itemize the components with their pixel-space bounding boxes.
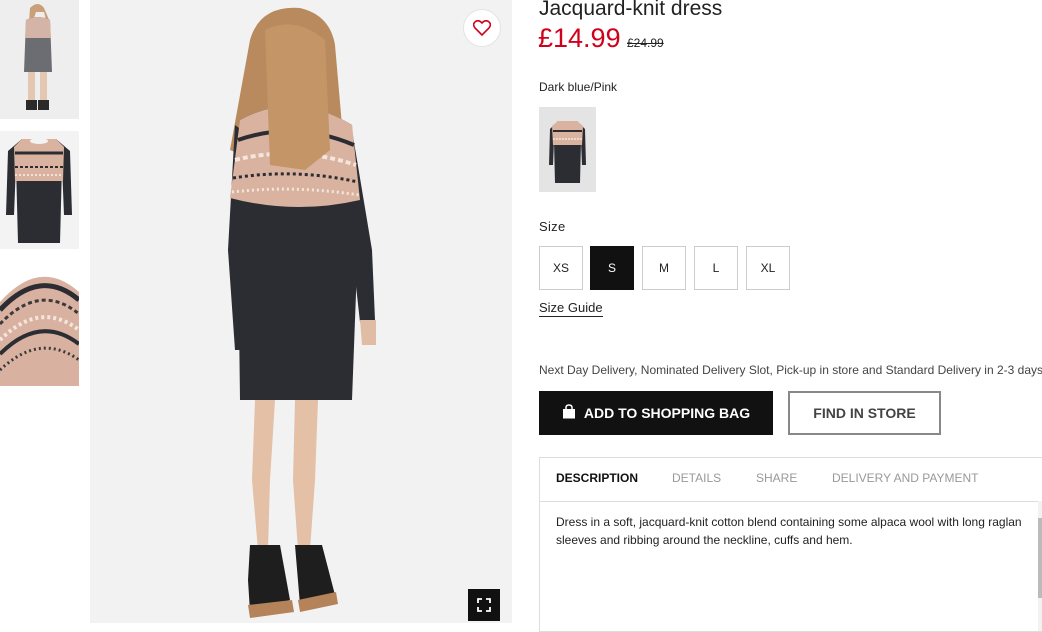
add-to-favourites-button[interactable] [463,9,501,47]
tab-description[interactable]: DESCRIPTION [556,471,638,485]
product-description: Dress in a soft, jacquard-knit cotton bl… [556,515,1022,547]
color-name: Dark blue/Pink [539,80,618,94]
delivery-note: Next Day Delivery, Nominated Delivery Sl… [539,363,1042,377]
thumbnail-back-view[interactable] [0,0,79,119]
thumbnail-detail-view[interactable] [0,262,79,386]
tab-details[interactable]: DETAILS [672,471,721,485]
main-product-image [90,0,512,623]
size-option-s[interactable]: S [590,246,634,290]
size-option-xl[interactable]: XL [746,246,790,290]
tabs-bar: DESCRIPTION DETAILS SHARE DELIVERY AND P… [540,458,1042,502]
original-price: £24.99 [627,36,664,50]
product-title: Jacquard-knit dress [539,0,723,20]
add-to-bag-label: ADD TO SHOPPING BAG [583,405,751,421]
expand-image-button[interactable] [468,589,500,621]
size-guide-link[interactable]: Size Guide [539,300,603,317]
tab-share[interactable]: SHARE [756,471,797,485]
add-to-bag-button[interactable]: ADD TO SHOPPING BAG [539,391,773,435]
product-info-tabs: DESCRIPTION DETAILS SHARE DELIVERY AND P… [539,457,1042,632]
tab-delivery-and-payment[interactable]: DELIVERY AND PAYMENT [832,471,979,485]
find-in-store-button[interactable]: FIND IN STORE [788,391,941,435]
expand-icon [477,598,491,612]
thumbnail-flat-view[interactable] [0,131,79,249]
heart-icon [473,20,491,36]
size-option-m[interactable]: M [642,246,686,290]
color-swatch[interactable] [539,107,596,192]
shopping-bag-icon [562,404,576,422]
size-label: Size [539,219,566,234]
scrollbar-thumb[interactable] [1038,518,1042,598]
sale-price: £14.99 [538,23,621,53]
size-option-l[interactable]: L [694,246,738,290]
size-option-xs[interactable]: XS [539,246,583,290]
